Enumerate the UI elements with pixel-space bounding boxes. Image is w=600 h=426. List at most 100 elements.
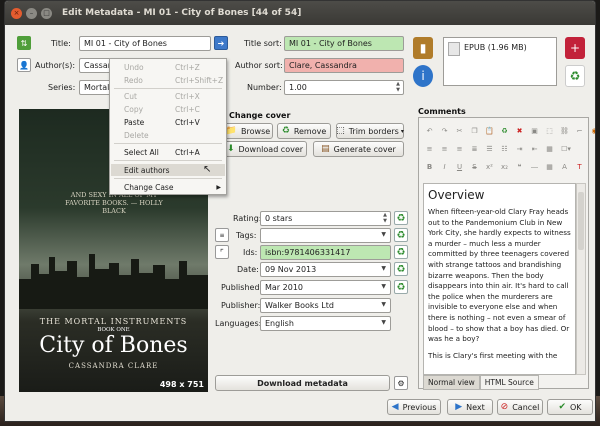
clear-tags-icon[interactable]: ♻ [394, 228, 408, 242]
indent-icon[interactable]: ⇥ [513, 142, 526, 155]
cancel-button[interactable]: ⊘ Cancel [497, 399, 543, 415]
trim-borders-button[interactable]: ⬚ Trim borders ▾ [336, 123, 404, 139]
minimize-window-button[interactable]: – [26, 7, 37, 19]
change-cover-title: Change cover [229, 111, 291, 120]
spin-arrows-icon[interactable]: ▲ ▼ [383, 212, 387, 224]
remove-cover-button[interactable]: ♻ Remove [277, 123, 331, 139]
strikethrough-icon[interactable]: S [468, 160, 481, 173]
formats-list[interactable]: EPUB (1.96 MB) [443, 37, 557, 86]
menu-separator [114, 88, 222, 89]
title-sort-input[interactable]: MI 01 - City of Bones [284, 36, 404, 51]
clear-date-icon[interactable]: ♻ [394, 262, 408, 276]
rating-spinbox[interactable]: 0 stars ▲ ▼ [260, 211, 391, 226]
info-icon[interactable]: i [413, 65, 433, 87]
submenu-arrow-icon: ▶ [216, 183, 221, 191]
redo-icon[interactable]: ↷ [438, 124, 451, 137]
recycle-icon[interactable]: ♻ [498, 124, 511, 137]
title-input[interactable]: MI 01 - City of Bones [79, 36, 211, 51]
quote-icon[interactable]: ❝ [513, 160, 526, 173]
add-format-icon[interactable]: + [565, 37, 585, 59]
publisher-combo[interactable]: Walker Books Ltd ▼ [260, 298, 391, 313]
book-icon[interactable]: ▮ [413, 37, 433, 59]
tab-html-source[interactable]: HTML Source [479, 375, 539, 390]
menu-item-delete[interactable]: Delete [111, 129, 225, 141]
title-sort-arrow-button[interactable]: ➔ [214, 36, 228, 50]
maximize-window-button[interactable]: □ [41, 7, 52, 19]
comments-heading: Overview [428, 188, 485, 202]
tab-normal-view[interactable]: Normal view [423, 375, 480, 390]
style-dropdown-icon[interactable]: ☐▾ [558, 142, 574, 155]
copy-icon[interactable]: ❐ [468, 124, 481, 137]
comments-scrollbar[interactable] [576, 183, 586, 375]
menu-item-edit-authors[interactable]: Edit authors ↖ [111, 164, 225, 176]
generate-cover-button[interactable]: ▤ Generate cover [313, 141, 404, 157]
next-button[interactable]: ▶ Next [447, 399, 493, 415]
close-window-button[interactable]: × [11, 7, 22, 19]
undo-icon[interactable]: ↶ [423, 124, 436, 137]
unlink-icon[interactable]: ⌐ [573, 124, 586, 137]
paste-icon[interactable]: 📋 [483, 124, 496, 137]
rating-label: Rating: [233, 214, 262, 223]
align-left-icon[interactable]: ≡ [423, 142, 436, 155]
bold-icon[interactable]: B [423, 160, 436, 173]
download-cover-button[interactable]: ⬇ Download cover [223, 141, 307, 157]
justify-icon[interactable]: ≣ [468, 142, 481, 155]
trim-icon: ⬚ [336, 126, 345, 136]
color-icon[interactable]: ◉ [588, 124, 595, 137]
clear-format-icon[interactable]: ✖ [513, 124, 526, 137]
italic-icon[interactable]: I [438, 160, 451, 173]
published-field[interactable]: Mar 2010 ▼ [260, 280, 391, 295]
superscript-icon[interactable]: x² [483, 160, 496, 173]
menu-item-redo[interactable]: Redo Ctrl+Shift+Z [111, 74, 225, 86]
menu-item-undo[interactable]: Undo Ctrl+Z [111, 61, 225, 73]
browse-cover-button[interactable]: 📁 Browse [223, 123, 273, 139]
edit-tags-icon[interactable]: ≡ [215, 228, 229, 242]
clear-rating-icon[interactable]: ♻ [394, 211, 408, 225]
select-icon[interactable]: ⬚ [543, 124, 556, 137]
numbers-icon[interactable]: ☷ [498, 142, 511, 155]
folder-icon: 📁 [225, 126, 238, 136]
ok-button[interactable]: ✔ OK [547, 399, 593, 415]
clear-ids-icon[interactable]: ♻ [394, 245, 408, 259]
menu-item-select-all[interactable]: Select All Ctrl+A [111, 146, 225, 158]
text-color-icon[interactable]: T [573, 160, 586, 173]
title-sort-label: Title sort: [244, 39, 282, 48]
date-label: Date: [237, 265, 259, 274]
date-field[interactable]: 09 Nov 2013 ▼ [260, 262, 391, 277]
scrollbar-thumb[interactable] [578, 192, 584, 250]
paste-isbn-icon[interactable]: ⌜ [215, 245, 229, 259]
author-sort-input[interactable]: Clare, Cassandra [284, 58, 404, 73]
tags-combo[interactable]: ▼ [260, 228, 391, 243]
previous-button[interactable]: ◀ Previous [387, 399, 441, 415]
menu-item-cut[interactable]: Cut Ctrl+X [111, 90, 225, 102]
clear-published-icon[interactable]: ♻ [394, 280, 408, 294]
outdent-icon[interactable]: ⇤ [528, 142, 541, 155]
chevron-down-icon: ▼ [381, 319, 386, 326]
subscript-icon[interactable]: x₂ [498, 160, 511, 173]
cut-icon[interactable]: ✂ [453, 124, 466, 137]
link-icon[interactable]: ⛓ [558, 124, 571, 137]
menu-change-case-label: Change Case [124, 182, 174, 192]
menu-item-copy[interactable]: Copy Ctrl+C [111, 103, 225, 115]
swap-title-author-icon[interactable]: ⇅ [17, 36, 31, 50]
manage-authors-icon[interactable]: 👤 [17, 58, 31, 72]
series-number-spinbox[interactable]: 1.00 ▲ ▼ [284, 80, 404, 95]
remove-format-recycle-icon[interactable]: ♻ [565, 65, 585, 87]
menu-item-paste[interactable]: Paste Ctrl+V [111, 116, 225, 128]
download-metadata-button[interactable]: Download metadata [215, 375, 390, 391]
font-icon[interactable]: A [558, 160, 571, 173]
spin-arrows-icon[interactable]: ▲ ▼ [396, 81, 400, 93]
languages-combo[interactable]: English ▼ [260, 316, 391, 331]
align-right-icon[interactable]: ≡ [453, 142, 466, 155]
bullets-icon[interactable]: ☰ [483, 142, 496, 155]
image-icon[interactable]: ▣ [528, 124, 541, 137]
comments-text-area[interactable]: Overview When fifteen-year-old Clary Fra… [423, 183, 576, 375]
metadata-config-icon[interactable]: ⚙ [394, 376, 408, 390]
underline-icon[interactable]: U [453, 160, 466, 173]
menu-item-change-case[interactable]: Change Case ▶ [111, 181, 225, 193]
hr-icon[interactable]: ― [528, 160, 541, 173]
table-icon[interactable]: ▦ [543, 160, 556, 173]
ids-input[interactable]: isbn:9781406331417 [260, 245, 391, 260]
align-center-icon[interactable]: ≡ [438, 142, 451, 155]
heading-icon[interactable]: ▦ [543, 142, 556, 155]
